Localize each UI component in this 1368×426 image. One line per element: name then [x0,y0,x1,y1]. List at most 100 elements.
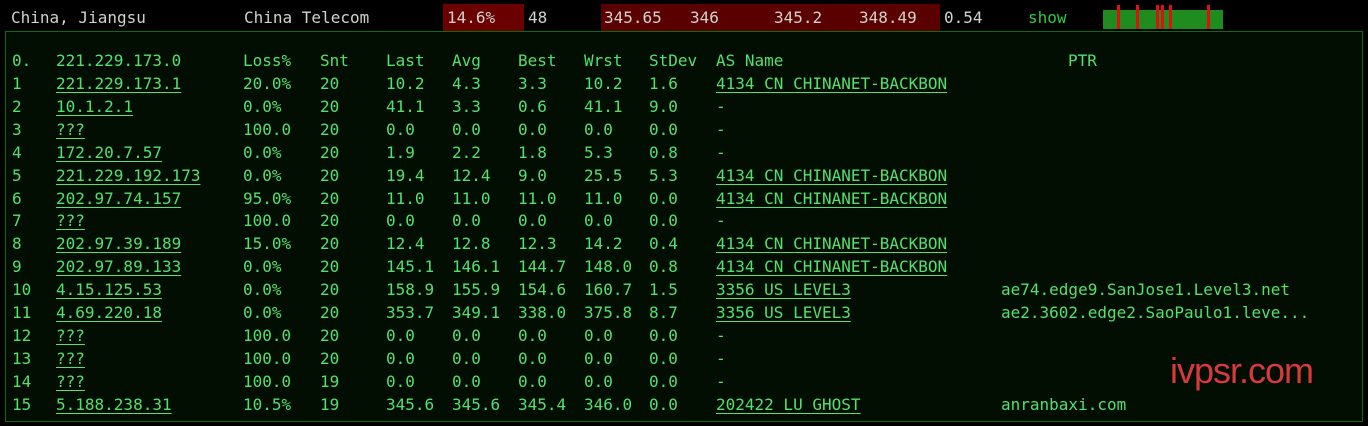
snt-value: 20 [320,165,340,185]
avg-value: 3.3 [452,96,481,116]
as-name[interactable]: 4134 CN CHINANET-BACKBON [716,188,947,210]
loss-value: 100.0 [243,371,292,391]
wrst-value: 14.2 [584,234,623,254]
loss-value: 0.0% [243,303,282,322]
as-name[interactable]: 4134 CN CHINANET-BACKBON [716,165,947,187]
sparkline-loss-bar [1161,5,1164,29]
table-row: 5 221.229.192.173 0.0% 20 19.4 12.4 9.0 25.5 5.3… [6,165,1362,187]
host-link[interactable]: ??? [56,371,85,393]
as-name[interactable]: 4134 CN CHINANET-BACKBON [716,256,947,278]
host-link[interactable]: ??? [56,348,85,370]
as-name[interactable]: 4134 CN CHINANET-BACKBON [716,233,947,255]
sparkline-loss-bar [1136,5,1139,29]
last-value: 0.0 [386,371,415,391]
best-value: 11.0 [518,188,557,208]
stdev-value: 0.0 [649,371,678,391]
as-name[interactable]: 4134 CN CHINANET-BACKBON [716,73,947,95]
best-value: 0.0 [518,348,547,368]
stdev-value: 0.0 [649,325,678,345]
best-value: 0.0 [518,119,547,139]
sparkline-loss-bar [1156,5,1159,29]
host-link[interactable]: ??? [56,325,85,347]
avg-value: 0.0 [452,119,481,139]
summary-last: 345.65 [604,8,662,27]
summary-bar: China, Jiangsu China Telecom 14.6% 48 34… [0,0,1368,31]
as-name[interactable]: 3356 US LEVEL3 [716,302,851,324]
header-wrst: Wrst [584,51,623,70]
header-ptr: PTR [1068,51,1097,70]
loss-value: 0.0% [243,280,282,300]
best-value: 12.3 [518,234,557,254]
best-value: 338.0 [518,303,567,322]
header-stdev: StDev [649,51,698,70]
as-name[interactable]: 3356 US LEVEL3 [716,279,851,301]
avg-value: 0.0 [452,211,481,231]
stdev-value: 0.8 [649,257,678,277]
host-link[interactable]: ??? [56,210,85,232]
show-details-link[interactable]: show [1028,0,1067,31]
table-row: 12??? 100.0 20 0.0 0.0 0.0 0.0 0.0 - [6,325,1362,347]
table-row: 1 221.229.173.1 20.0% 20 10.2 4.3 3.3 10.2 1.6 41… [6,73,1362,95]
snt-value: 19 [320,394,340,414]
table-row: 8 202.97.39.189 15.0% 20 12.4 12.8 12.3 14.2 0.4… [6,233,1362,255]
best-value: 9.0 [518,165,547,185]
stdev-value: 0.0 [649,119,678,139]
host-link[interactable]: 202.97.39.189 [56,233,181,255]
hop-number: 15 [12,394,32,414]
as-name: - [716,348,726,368]
loss-value: 0.0% [243,257,282,277]
host-link[interactable]: 5.188.238.31 [56,394,172,416]
host-link[interactable]: ??? [56,119,85,141]
last-value: 11.0 [386,188,425,208]
avg-value: 0.0 [452,348,481,368]
hop-number: 4 [12,142,22,162]
header-last: Last [386,51,425,70]
host-link[interactable]: 202.97.89.133 [56,256,181,278]
host-link[interactable]: 10.1.2.1 [56,96,133,118]
stdev-value: 0.0 [649,348,678,368]
host-link[interactable]: 221.229.173.1 [56,73,181,95]
host-link[interactable]: 172.20.7.57 [56,142,162,164]
summary-stdev: 0.54 [944,8,983,27]
loss-value: 0.0% [243,165,282,185]
wrst-value: 375.8 [584,303,633,322]
table-row: 6 202.97.74.157 95.0% 20 11.0 11.0 11.0 11.0 0.0… [6,188,1362,210]
wrst-value: 0.0 [584,348,613,368]
summary-location: China, Jiangsu [11,8,146,27]
wrst-value: 11.0 [584,188,623,208]
sparkline-loss-bar [1117,5,1120,29]
host-link[interactable]: 202.97.74.157 [56,188,181,210]
last-value: 1.9 [386,142,415,162]
hop-number: 3 [12,119,22,139]
best-value: 345.4 [518,394,567,414]
last-value: 353.7 [386,303,435,322]
snt-value: 20 [320,142,340,162]
snt-value: 20 [320,348,340,368]
summary-sent: 48 [528,8,548,27]
best-value: 0.6 [518,96,547,116]
loss-value: 100.0 [243,325,292,345]
host-link[interactable]: 4.69.220.18 [56,302,162,324]
wrst-value: 41.1 [584,96,623,116]
as-name[interactable]: 202422 LU GHOST [716,394,861,416]
last-value: 41.1 [386,96,425,116]
table-row: 15 5.188.238.31 10.5% 19 345.6 345.6 345.4 346.… [6,394,1362,416]
header-as-name: AS Name [716,51,784,70]
as-name: - [716,325,726,345]
hop-number: 1 [12,74,22,93]
best-value: 0.0 [518,371,547,391]
loss-value: 100.0 [243,348,292,368]
host-link[interactable]: 4.15.125.53 [56,279,162,301]
hop-number: 7 [12,211,22,231]
summary-isp: China Telecom [244,8,370,27]
wrst-value: 25.5 [584,165,623,185]
loss-value: 100.0 [243,119,292,139]
wrst-value: 0.0 [584,325,613,345]
last-value: 10.2 [386,74,425,93]
avg-value: 146.1 [452,257,501,277]
as-name: - [716,211,726,231]
host-link[interactable]: 221.229.192.173 [56,165,201,187]
last-value: 0.0 [386,325,415,345]
last-value: 0.0 [386,119,415,139]
stdev-value: 0.0 [649,188,678,208]
